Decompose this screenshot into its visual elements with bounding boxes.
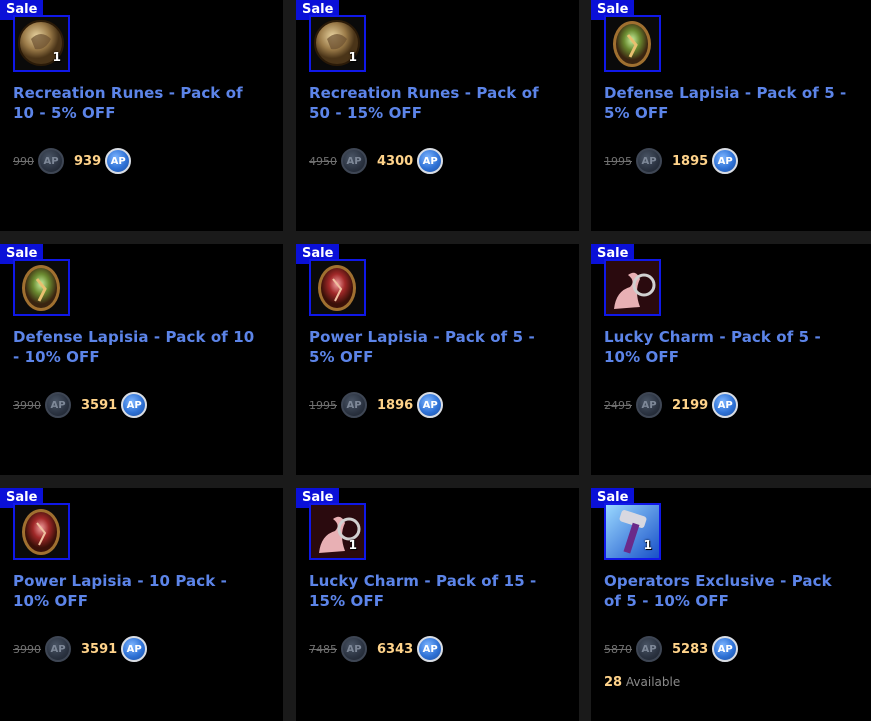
original-price: 1995 [309,398,337,412]
original-price: 7485 [309,642,337,656]
ap-coin-icon: AP [636,636,662,662]
shop-grid: Sale 1 Recreation Runes - Pack of 10 - 5… [0,0,871,721]
defense-lapisia-icon[interactable] [13,259,70,316]
product-title[interactable]: Power Lapisia - Pack of 5 - 5% OFF [309,327,559,367]
product-title[interactable]: Operators Exclusive - Pack of 5 - 10% OF… [604,571,854,611]
defense-lapisia-icon[interactable] [604,15,661,72]
sale-price: 1895 [672,153,709,169]
hammer-icon[interactable]: 1 [604,503,661,560]
ap-coin-icon: AP [341,148,367,174]
price-row: 3990 AP 3591 AP [13,389,148,421]
rune-coin-icon[interactable]: 1 [309,15,366,72]
sale-price: 4300 [377,153,414,169]
price-row: 5870 AP 5283 AP [604,633,739,665]
original-price: 5870 [604,642,632,656]
product-title[interactable]: Power Lapisia - 10 Pack - 10% OFF [13,571,263,611]
sale-price: 3591 [81,397,118,413]
item-quantity: 1 [348,538,357,552]
original-price: 3990 [13,642,41,656]
product-card[interactable]: Sale Power Lapisia - 10 Pack - 10% OFF 3… [0,488,283,721]
price-row: 7485 AP 6343 AP [309,633,444,665]
ap-coin-icon: AP [45,392,71,418]
ap-coin-icon: AP [636,392,662,418]
product-card[interactable]: Sale 1 Lucky Charm - Pack of 15 - 15% OF… [296,488,579,721]
available-count: 28 [604,675,623,690]
price-row: 1995 AP 1895 AP [604,145,739,177]
power-lapisia-icon[interactable] [309,259,366,316]
ap-coin-icon: AP [417,392,444,418]
original-price: 2495 [604,398,632,412]
price-row: 2495 AP 2199 AP [604,389,739,421]
original-price: 4950 [309,154,337,168]
price-row: 1995 AP 1896 AP [309,389,444,421]
ap-coin-icon: AP [38,148,64,174]
item-quantity: 1 [52,50,61,64]
product-title[interactable]: Lucky Charm - Pack of 15 - 15% OFF [309,571,559,611]
product-card[interactable]: Sale Defense Lapisia - Pack of 10 - 10% … [0,244,283,475]
ap-coin-icon: AP [341,392,367,418]
product-title[interactable]: Defense Lapisia - Pack of 5 - 5% OFF [604,83,854,123]
sale-price: 5283 [672,641,709,657]
ap-coin-icon: AP [341,636,367,662]
sale-price: 2199 [672,397,709,413]
sale-price: 1896 [377,397,414,413]
ap-coin-icon: AP [417,636,444,662]
product-card[interactable]: Sale Lucky Charm - Pack of 5 - 10% OFF 2… [591,244,871,475]
availability: 28 Available [604,675,680,690]
price-row: 3990 AP 3591 AP [13,633,148,665]
ap-coin-icon: AP [45,636,71,662]
item-quantity: 1 [348,50,357,64]
ap-coin-icon: AP [121,636,148,662]
rune-coin-icon[interactable]: 1 [13,15,70,72]
ap-coin-icon: AP [712,636,739,662]
product-card[interactable]: Sale 1 Recreation Runes - Pack of 10 - 5… [0,0,283,231]
product-card[interactable]: Sale Power Lapisia - Pack of 5 - 5% OFF … [296,244,579,475]
available-label: Available [625,675,681,689]
original-price: 1995 [604,154,632,168]
sale-price: 939 [74,153,102,169]
lucky-charm-icon[interactable]: 1 [309,503,366,560]
price-row: 4950 AP 4300 AP [309,145,444,177]
power-lapisia-icon[interactable] [13,503,70,560]
product-title[interactable]: Lucky Charm - Pack of 5 - 10% OFF [604,327,854,367]
product-card[interactable]: Sale Defense Lapisia - Pack of 5 - 5% OF… [591,0,871,231]
ap-coin-icon: AP [712,148,739,174]
lucky-charm-icon[interactable] [604,259,661,316]
ap-coin-icon: AP [121,392,148,418]
price-row: 990 AP 939 AP [13,145,132,177]
item-quantity: 1 [643,538,652,552]
product-title[interactable]: Recreation Runes - Pack of 10 - 5% OFF [13,83,263,123]
original-price: 3990 [13,398,41,412]
original-price: 990 [13,154,34,168]
product-title[interactable]: Defense Lapisia - Pack of 10 - 10% OFF [13,327,263,367]
ap-coin-icon: AP [417,148,444,174]
product-title[interactable]: Recreation Runes - Pack of 50 - 15% OFF [309,83,559,123]
sale-price: 3591 [81,641,118,657]
ap-coin-icon: AP [636,148,662,174]
sale-price: 6343 [377,641,414,657]
product-card[interactable]: Sale 1 Recreation Runes - Pack of 50 - 1… [296,0,579,231]
ap-coin-icon: AP [105,148,132,174]
ap-coin-icon: AP [712,392,739,418]
product-card[interactable]: Sale 1 Operators Exclusive - Pack of 5 -… [591,488,871,721]
